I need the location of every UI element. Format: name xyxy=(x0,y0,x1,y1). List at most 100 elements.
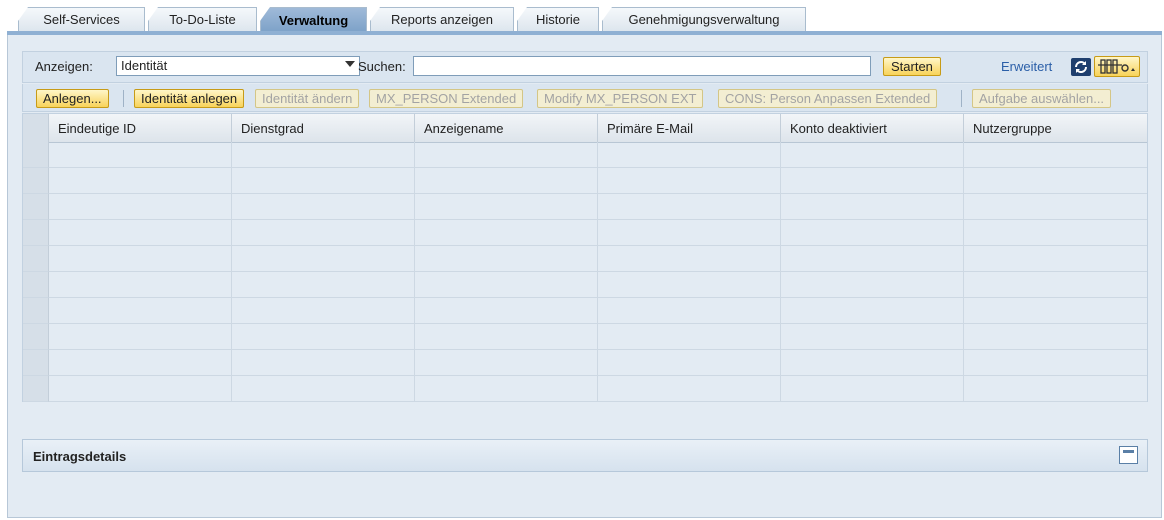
row-selector[interactable] xyxy=(23,272,49,298)
table-cell xyxy=(781,142,964,168)
search-input[interactable] xyxy=(413,56,871,76)
table-cell xyxy=(232,350,415,376)
table-cell xyxy=(232,220,415,246)
column-label: Anzeigename xyxy=(424,120,504,136)
table-cell xyxy=(232,194,415,220)
column-header-display-name[interactable]: Anzeigename xyxy=(415,114,598,142)
table-cell xyxy=(415,194,598,220)
table-cell xyxy=(598,324,781,350)
row-selector[interactable] xyxy=(23,350,49,376)
select-all-column[interactable] xyxy=(23,114,49,142)
table-cell xyxy=(415,324,598,350)
column-header-account-disabled[interactable]: Konto deaktiviert xyxy=(781,114,964,142)
table-cell xyxy=(232,168,415,194)
create-identity-button[interactable]: Identität anlegen xyxy=(134,89,245,108)
column-header-rank[interactable]: Dienstgrad xyxy=(232,114,415,142)
row-selector[interactable] xyxy=(23,376,49,402)
table-cell xyxy=(49,194,232,220)
start-button[interactable]: Starten xyxy=(883,57,941,76)
tab-verwaltung[interactable]: Verwaltung xyxy=(260,7,367,32)
collapse-icon[interactable] xyxy=(1119,446,1138,464)
table-cell xyxy=(964,168,1147,194)
tab-to-do-liste[interactable]: To-Do-Liste xyxy=(148,7,257,31)
row-selector[interactable] xyxy=(23,220,49,246)
table-cell xyxy=(232,298,415,324)
row-selector[interactable] xyxy=(23,168,49,194)
row-selector[interactable] xyxy=(23,324,49,350)
table-cell xyxy=(781,324,964,350)
table-cell xyxy=(964,246,1147,272)
table-settings-icon[interactable] xyxy=(1094,56,1140,77)
create-menu-button[interactable]: Anlegen... xyxy=(36,89,109,108)
table-cell xyxy=(781,246,964,272)
table-cell xyxy=(415,376,598,402)
modify-mx-person-ext-button[interactable]: Modify MX_PERSON EXT xyxy=(537,89,704,108)
table-cell xyxy=(415,168,598,194)
table-cell xyxy=(781,376,964,402)
table-cell xyxy=(49,350,232,376)
table-cell xyxy=(232,272,415,298)
row-selector[interactable] xyxy=(23,246,49,272)
table-row[interactable] xyxy=(23,194,1147,220)
tab-strip: Self-Services To-Do-Liste Verwaltung Rep… xyxy=(18,7,809,32)
tab-historie[interactable]: Historie xyxy=(517,7,599,31)
table-cell xyxy=(232,142,415,168)
table-row[interactable] xyxy=(23,298,1147,324)
table-row[interactable] xyxy=(23,168,1147,194)
show-label: Anzeigen: xyxy=(35,59,93,74)
table-cell xyxy=(964,298,1147,324)
column-label: Nutzergruppe xyxy=(973,120,1052,136)
column-header-unique-id[interactable]: Eindeutige ID xyxy=(49,114,232,142)
table-row[interactable] xyxy=(23,272,1147,298)
table-cell xyxy=(781,298,964,324)
table-cell xyxy=(598,272,781,298)
toolbar-separator xyxy=(123,90,124,107)
dropdown-arrow-icon[interactable] xyxy=(345,61,355,67)
table-cell xyxy=(598,168,781,194)
column-header-primary-email[interactable]: Primäre E-Mail xyxy=(598,114,781,142)
action-toolbar: Anlegen... Identität anlegen Identität ä… xyxy=(22,84,1148,112)
change-identity-label: Identität ändern xyxy=(262,91,353,106)
refresh-icon[interactable] xyxy=(1070,57,1092,77)
table-cell xyxy=(415,298,598,324)
toolbar-separator xyxy=(961,90,962,107)
table-cell xyxy=(598,246,781,272)
column-header-user-group[interactable]: Nutzergruppe xyxy=(964,114,1147,142)
mx-person-extended-button[interactable]: MX_PERSON Extended xyxy=(369,89,524,108)
table-cell xyxy=(781,272,964,298)
table-cell xyxy=(415,246,598,272)
table-header: Eindeutige ID Dienstgrad Anzeigename Pri… xyxy=(23,114,1147,143)
show-select[interactable]: Identität xyxy=(116,56,360,76)
table-row[interactable] xyxy=(23,142,1147,168)
mx-person-extended-label: MX_PERSON Extended xyxy=(376,91,517,106)
table-row[interactable] xyxy=(23,376,1147,402)
table-cell xyxy=(964,324,1147,350)
table-cell xyxy=(49,220,232,246)
change-identity-button[interactable]: Identität ändern xyxy=(255,89,360,108)
table-cell xyxy=(964,350,1147,376)
table-cell xyxy=(781,168,964,194)
tab-reports-anzeigen[interactable]: Reports anzeigen xyxy=(370,7,514,31)
table-cell xyxy=(49,246,232,272)
table-cell xyxy=(49,272,232,298)
table-row[interactable] xyxy=(23,350,1147,376)
tab-genehmigungsverwaltung[interactable]: Genehmigungsverwaltung xyxy=(602,7,806,31)
table-row[interactable] xyxy=(23,324,1147,350)
table-cell xyxy=(232,324,415,350)
table-cell xyxy=(781,350,964,376)
tab-label: Reports anzeigen xyxy=(391,12,493,27)
table-cell xyxy=(598,376,781,402)
table-cell xyxy=(964,376,1147,402)
advanced-search-link[interactable]: Erweitert xyxy=(1001,59,1052,74)
column-label: Dienstgrad xyxy=(241,120,304,136)
table-cell xyxy=(964,194,1147,220)
cons-person-adjust-button[interactable]: CONS: Person Anpassen Extended xyxy=(718,89,938,108)
row-selector[interactable] xyxy=(23,194,49,220)
row-selector[interactable] xyxy=(23,142,49,168)
row-selector[interactable] xyxy=(23,298,49,324)
select-task-button[interactable]: Aufgabe auswählen... xyxy=(972,89,1112,108)
tab-self-services[interactable]: Self-Services xyxy=(18,7,145,31)
table-row[interactable] xyxy=(23,246,1147,272)
table-row[interactable] xyxy=(23,220,1147,246)
table-cell xyxy=(598,298,781,324)
